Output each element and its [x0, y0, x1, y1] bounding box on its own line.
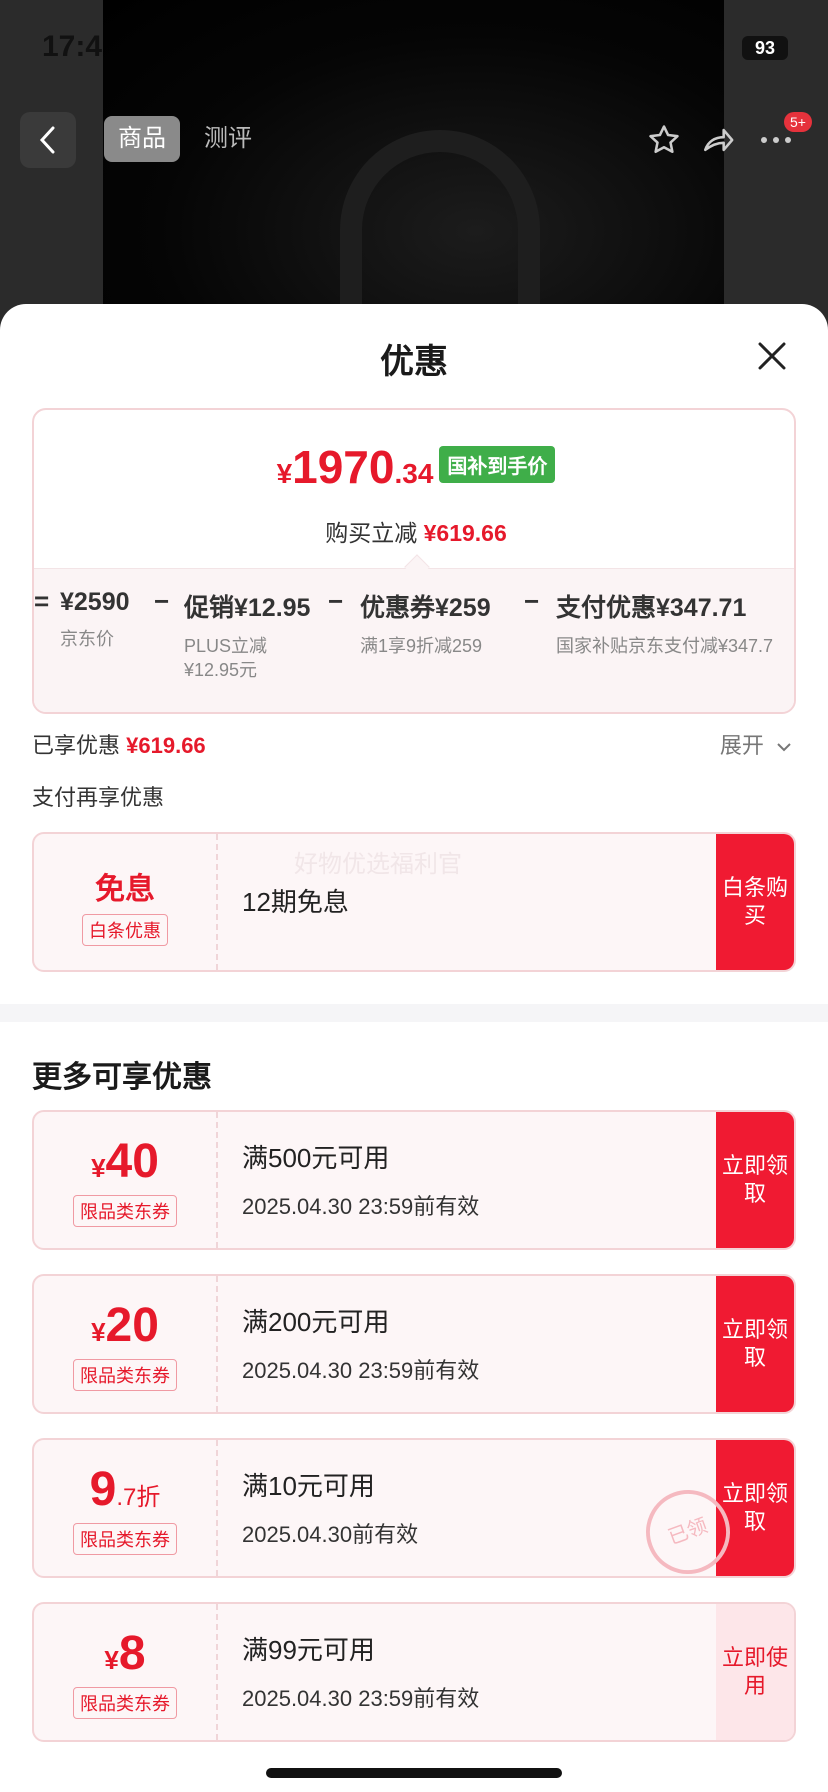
enjoyed-amount: ¥619.66 [126, 733, 206, 758]
breakdown-note: 国家补贴京东支付减¥347.7 [556, 636, 774, 656]
coupon-left: 9.7折 限品类东券 [34, 1440, 218, 1576]
coupon-card: ¥8 限品类东券 满99元可用 2025.04.30 23:59前有效 立即使用 [32, 1602, 796, 1742]
claim-button[interactable]: 立即领取 [716, 1276, 794, 1412]
pay-more-label: 支付再享优惠 [32, 785, 165, 810]
tab-product[interactable]: 商品 [104, 116, 180, 162]
coupon-type-tag: 限品类东券 [73, 1523, 177, 1555]
share-icon[interactable] [698, 120, 738, 160]
chevron-left-icon [39, 126, 55, 154]
baitiao-buy-button[interactable]: 白条购买 [716, 834, 794, 970]
coupon-body: 12期免息 [242, 882, 349, 919]
star-icon[interactable] [644, 120, 684, 160]
breakdown-payment: 支付优惠¥347.71 国家补贴京东支付减¥347.7 [556, 588, 773, 658]
coupon-expiry: 2025.04.30 23:59前有效 [242, 1194, 480, 1219]
interest-free-card: 免息 白条优惠 好物优选福利官 12期免息 白条购买 [32, 832, 796, 972]
saving-label: 购买立减 [325, 520, 418, 546]
operator-minus: − [154, 586, 170, 616]
coupon-expiry: 2025.04.30 23:59前有效 [242, 1686, 480, 1711]
coupon-value: 20 [105, 1299, 159, 1352]
breakdown-coupon: 优惠券¥259 满1享9折减259 [360, 588, 491, 658]
breakdown-amount: 促销¥12.95 [184, 594, 311, 622]
coupon-amount: ¥8 [104, 1627, 146, 1680]
operator-minus: − [328, 586, 344, 616]
price-summary-card: ¥1970.34 国补到手价 购买立减 ¥619.66 = ¥2590 京东价 −… [32, 408, 796, 714]
headphone-image [340, 130, 540, 330]
breakdown-amount: ¥2590 [60, 588, 130, 616]
battery-indicator: 93 [742, 36, 788, 60]
coupon-type-tag: 限品类东券 [73, 1687, 177, 1719]
saving-amount: ¥619.66 [423, 520, 507, 546]
breakdown-note: 京东价 [60, 629, 114, 649]
currency-symbol: ¥ [276, 458, 293, 489]
price-integer: 1970 [292, 441, 395, 493]
section-divider [0, 1004, 828, 1022]
tab-review[interactable]: 测评 [190, 116, 266, 162]
breakdown-jd-price: ¥2590 京东价 [60, 588, 130, 651]
sheet-title: 优惠 [380, 343, 448, 381]
coupon-type-tag: 限品类东券 [73, 1195, 177, 1227]
expand-label: 展开 [719, 733, 764, 758]
close-button[interactable] [756, 340, 788, 372]
coupon-value: 9 [89, 1463, 117, 1516]
coupon-type-tag: 限品类东券 [73, 1359, 177, 1391]
breakdown-promotion: 促销¥12.95 PLUS立减 ¥12.95元 [184, 588, 310, 682]
back-button[interactable] [20, 112, 76, 168]
operator-minus: − [524, 586, 540, 616]
coupon-amount: ¥40 [91, 1135, 159, 1188]
breakdown-amount: 优惠券¥259 [360, 594, 491, 622]
coupon-type-tag: 白条优惠 [82, 914, 168, 946]
coupon-condition: 12期免息 [242, 887, 349, 917]
coupon-condition: 满99元可用 [242, 1635, 375, 1665]
expand-toggle[interactable]: 展开 [720, 728, 792, 760]
price-decimal: .34 [394, 458, 434, 489]
use-button[interactable]: 立即使用 [716, 1604, 794, 1740]
status-time: 17:4 [42, 30, 103, 63]
coupon-body: 满10元可用 2025.04.30前有效 [242, 1466, 418, 1549]
coupon-card: ¥20 限品类东券 满200元可用 2025.04.30 23:59前有效 立即… [32, 1274, 796, 1414]
notification-badge: 5+ [784, 112, 812, 132]
coupon-left: 免息 白条优惠 [34, 834, 218, 970]
breakdown-note: 满1享9折减259 [360, 636, 483, 656]
final-price: ¥1970.34 国补到手价 [34, 440, 794, 494]
coupon-expiry: 2025.04.30 23:59前有效 [242, 1358, 480, 1383]
coupon-body: 满99元可用 2025.04.30 23:59前有效 [242, 1630, 479, 1713]
coupon-condition: 满10元可用 [242, 1471, 375, 1501]
operator-equals: = [34, 586, 50, 616]
coupon-left: ¥40 限品类东券 [34, 1112, 218, 1248]
coupon-card: ¥40 限品类东券 满500元可用 2025.04.30 23:59前有效 立即… [32, 1110, 796, 1250]
coupon-amount: 9.7折 [34, 1462, 216, 1517]
enjoyed-discount: 已享优惠 ¥619.66 [32, 728, 206, 760]
subsidy-price-tag: 国补到手价 [439, 446, 556, 483]
coupon-condition: 满500元可用 [242, 1143, 390, 1173]
product-image-area [0, 0, 828, 330]
claim-button[interactable]: 立即领取 [716, 1112, 794, 1248]
interest-free-title: 免息 [95, 873, 155, 906]
enjoyed-label: 已享优惠 [32, 733, 121, 758]
more-discounts-title: 更多可享优惠 [32, 1061, 212, 1094]
watermark-text: 好物优选福利官 [294, 851, 462, 878]
coupon-condition: 满200元可用 [242, 1307, 390, 1337]
coupon-body: 满500元可用 2025.04.30 23:59前有效 [242, 1138, 479, 1221]
coupon-body: 满200元可用 2025.04.30 23:59前有效 [242, 1302, 479, 1385]
close-icon [758, 342, 786, 370]
coupon-value: 8 [118, 1627, 146, 1680]
claim-button[interactable]: 立即领取 [716, 1440, 794, 1576]
coupon-discount-suffix: .7折 [116, 1484, 161, 1511]
coupon-amount: ¥20 [91, 1299, 159, 1352]
chevron-down-icon [777, 743, 791, 752]
coupon-value: 40 [105, 1135, 159, 1188]
coupon-left: ¥8 限品类东券 [34, 1604, 218, 1740]
coupon-left: ¥20 限品类东券 [34, 1276, 218, 1412]
saving-line: 购买立减 ¥619.66 [34, 514, 794, 548]
home-indicator[interactable] [266, 1768, 562, 1778]
coupon-expiry: 2025.04.30前有效 [242, 1522, 419, 1547]
breakdown-amount: 支付优惠¥347.71 [556, 594, 747, 622]
breakdown-note: PLUS立减 ¥12.95元 [184, 636, 268, 680]
